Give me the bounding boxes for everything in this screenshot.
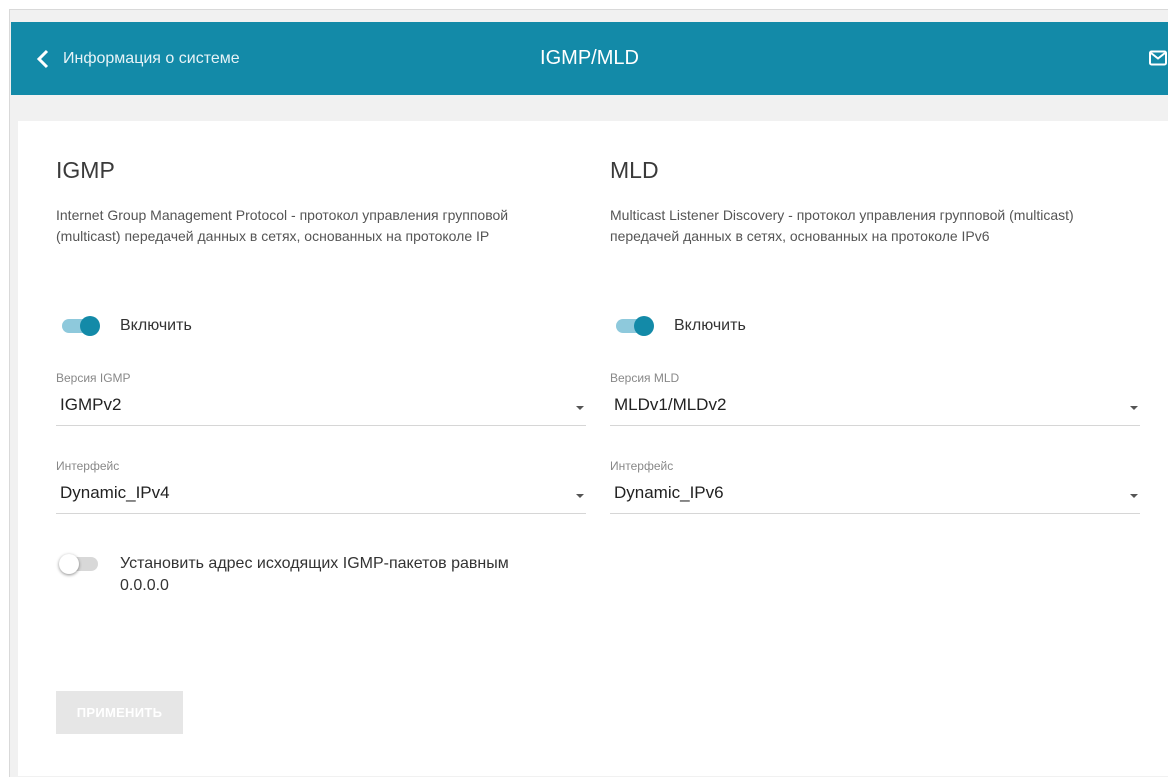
igmp-enable-switch[interactable] bbox=[62, 316, 100, 336]
igmp-enable-toggle[interactable]: Включить bbox=[62, 315, 192, 337]
mld-version-field: Версия MLD MLDv1/MLDv2 bbox=[610, 371, 1140, 426]
igmp-title: IGMP bbox=[56, 157, 115, 183]
igmp-zero-source-switch[interactable] bbox=[59, 554, 100, 574]
igmp-zero-source-toggle[interactable]: Установить адрес исходящих IGMP-пакетов … bbox=[59, 553, 532, 597]
mld-interface-select[interactable]: Dynamic_IPv6 bbox=[610, 475, 1140, 514]
mld-version-select[interactable]: MLDv1/MLDv2 bbox=[610, 387, 1140, 426]
igmp-interface-label: Интерфейс bbox=[56, 459, 120, 473]
chevron-down-icon[interactable] bbox=[576, 406, 584, 410]
igmp-version-field: Версия IGMP IGMPv2 bbox=[56, 371, 586, 426]
igmp-enable-label: Включить bbox=[120, 317, 192, 334]
mld-enable-switch[interactable] bbox=[616, 316, 654, 336]
igmp-interface-value[interactable]: Dynamic_IPv4 bbox=[60, 483, 170, 503]
mld-interface-value[interactable]: Dynamic_IPv6 bbox=[614, 483, 724, 503]
top-bar: Информация о системе IGMP/MLD bbox=[11, 22, 1168, 95]
igmp-version-label: Версия IGMP bbox=[56, 371, 131, 385]
mld-interface-label: Интерфейс bbox=[610, 459, 674, 473]
mld-enable-label: Включить bbox=[674, 317, 746, 334]
igmp-description: Internet Group Management Protocol - про… bbox=[56, 207, 509, 244]
mld-version-label: Версия MLD bbox=[610, 371, 680, 385]
chevron-down-icon[interactable] bbox=[576, 494, 584, 498]
mld-title: MLD bbox=[610, 157, 659, 183]
mld-description: Multicast Listener Discovery - протокол … bbox=[610, 207, 1074, 244]
igmp-interface-select[interactable]: Dynamic_IPv4 bbox=[56, 475, 586, 514]
mld-interface-field: Интерфейс Dynamic_IPv6 bbox=[610, 459, 1140, 514]
mld-enable-toggle[interactable]: Включить bbox=[616, 315, 746, 337]
igmp-zero-source-label: Установить адрес исходящих IGMP-пакетов … bbox=[120, 555, 509, 594]
settings-panel: IGMP Internet Group Management Protocol … bbox=[18, 121, 1168, 776]
igmp-version-select[interactable]: IGMPv2 bbox=[56, 387, 586, 426]
mld-version-value[interactable]: MLDv1/MLDv2 bbox=[614, 395, 726, 415]
mail-icon[interactable] bbox=[1148, 48, 1168, 68]
chevron-down-icon[interactable] bbox=[1130, 406, 1138, 410]
apply-button[interactable]: ПРИМЕНИТЬ bbox=[56, 691, 183, 734]
chevron-down-icon[interactable] bbox=[1130, 494, 1138, 498]
back-link[interactable]: Информация о системе bbox=[35, 22, 240, 95]
back-link-label[interactable]: Информация о системе bbox=[63, 50, 240, 68]
igmp-version-value[interactable]: IGMPv2 bbox=[60, 395, 121, 415]
igmp-interface-field: Интерфейс Dynamic_IPv4 bbox=[56, 459, 586, 514]
chevron-left-icon[interactable] bbox=[35, 48, 53, 70]
